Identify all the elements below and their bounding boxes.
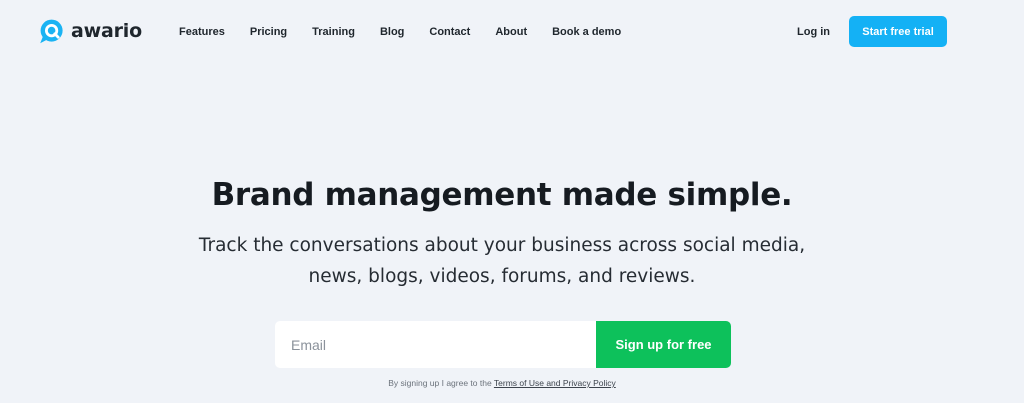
nav-blog[interactable]: Blog	[380, 25, 404, 39]
nav-features[interactable]: Features	[179, 25, 225, 39]
hero-subtitle-line-1: Track the conversations about your busin…	[198, 235, 806, 256]
terms-prefix: By signing up I agree to the	[388, 378, 494, 388]
hero-title: Brand management made simple.	[211, 177, 793, 213]
nav-about[interactable]: About	[495, 25, 527, 39]
awario-logo[interactable]: awario	[39, 19, 142, 44]
terms-privacy-link[interactable]: Terms of Use and Privacy Policy	[494, 378, 616, 388]
nav-book-a-demo[interactable]: Book a demo	[552, 25, 621, 39]
hero-subtitle: Track the conversations about your busin…	[0, 230, 1004, 292]
nav-contact[interactable]: Contact	[429, 25, 470, 39]
site-header: awario Features Pricing Training Blog Co…	[0, 0, 1024, 64]
nav-pricing[interactable]: Pricing	[250, 25, 287, 39]
email-input[interactable]	[275, 321, 596, 368]
chat-bubble-search-icon	[40, 19, 63, 44]
terms-notice: By signing up I agree to the Terms of Us…	[0, 377, 1004, 389]
main-nav: Features Pricing Training Blog Contact A…	[179, 25, 621, 39]
start-free-trial-button[interactable]: Start free trial	[849, 16, 947, 47]
brand-name: awario	[71, 20, 142, 42]
sign-up-button[interactable]: Sign up for free	[596, 321, 731, 368]
nav-training[interactable]: Training	[312, 25, 355, 39]
hero-subtitle-line-2: news, blogs, videos, forums, and reviews…	[308, 266, 696, 287]
login-link[interactable]: Log in	[797, 25, 830, 39]
signup-form: Sign up for free	[275, 321, 731, 368]
